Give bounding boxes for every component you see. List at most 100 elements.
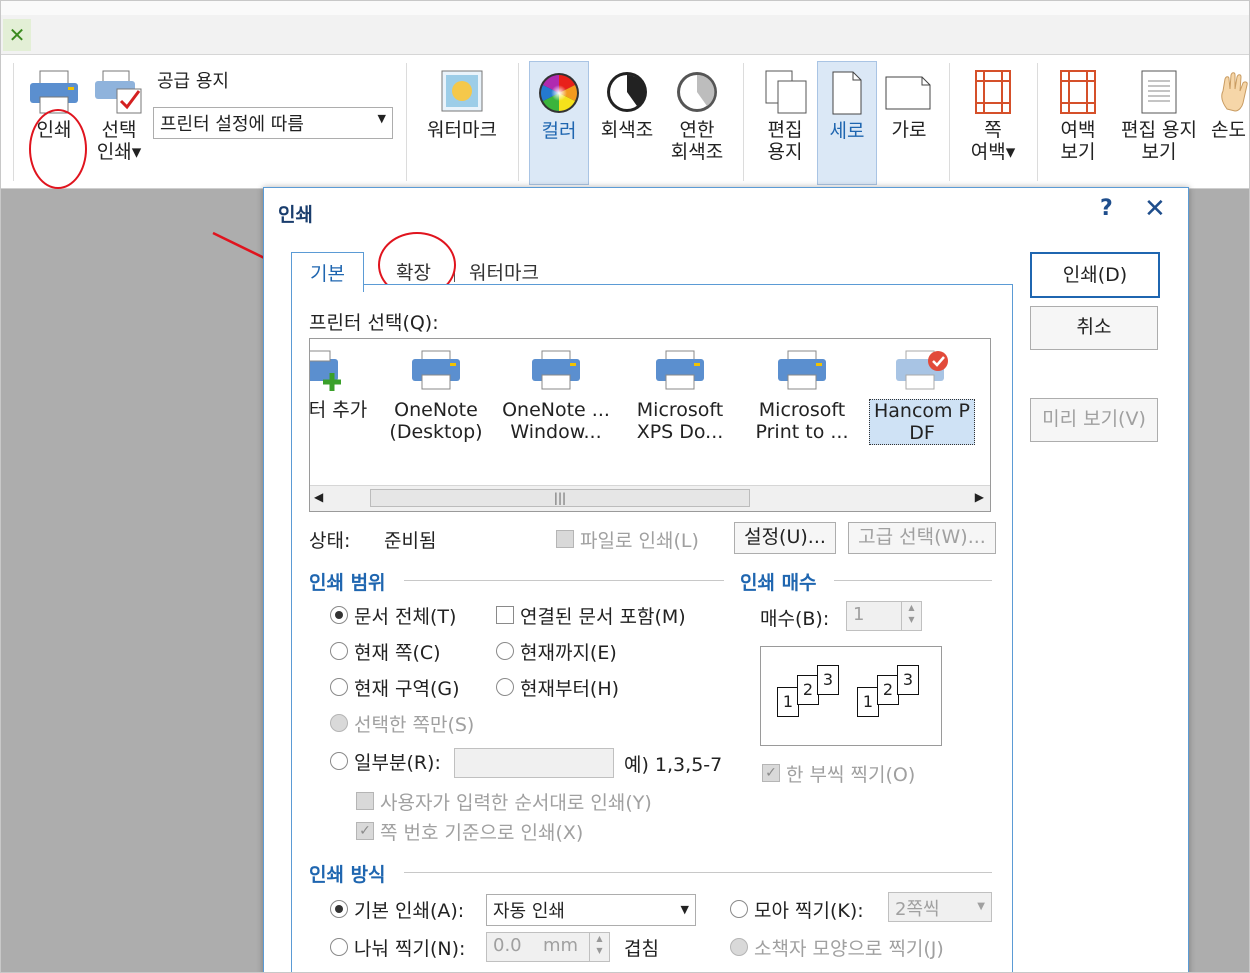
copies-count-input[interactable]: 1 ▲ ▼ [846,601,922,631]
close-preview-icon[interactable]: ✕ [3,19,31,51]
edit-paper-button[interactable]: 편집 용지 [753,69,817,163]
printer-list[interactable]: 터 추가 OneNote (Desktop) OneNote ... Windo… [309,338,991,512]
basic-print-label: 기본 인쇄(A): [354,900,465,922]
collate-page: 3 [897,665,919,695]
light-grayscale-button[interactable]: 연한 회색조 [665,69,729,163]
booklet-radio[interactable] [730,938,748,956]
printer-name: Hancom P DF [868,399,976,445]
copies-title: 인쇄 매수 [740,572,817,594]
basic-print-radio[interactable] [330,900,348,918]
ribbon-separator [406,63,407,181]
split-spinner[interactable]: ▲ ▼ [589,933,609,961]
scroll-thumb[interactable]: ||| [370,489,750,507]
scroll-right-icon[interactable]: ▶ [975,490,984,504]
paper-source-select[interactable]: 프린터 설정에 따름 ▼ [153,107,393,139]
print-to-file-checkbox[interactable] [556,530,574,548]
collect-print-label: 모아 찍기(K): [754,900,864,922]
settings-button[interactable]: 설정(U)... [734,522,836,554]
current-page-radio[interactable] [330,642,348,660]
printer-name: OneNote (Desktop) [389,399,483,443]
from-current-radio[interactable] [496,678,514,696]
copies-spinner[interactable]: ▲ ▼ [901,602,921,630]
collect-print-value: 2쪽씩 [895,899,940,920]
current-page-label: 현재 쪽(C) [354,642,441,664]
collate-page: 3 [817,665,839,695]
split-print-label: 나눠 찍기(N): [354,938,466,960]
page-margin-button[interactable]: 쪽 여백▾ [961,69,1025,163]
grayscale-icon [607,72,647,112]
user-order-label: 사용자가 입력한 순서대로 인쇄(Y) [380,792,652,814]
collate-page: 1 [857,687,879,717]
collate-label: 한 부씩 찍기(O) [786,764,916,786]
up-to-current-radio[interactable] [496,642,514,660]
printer-item[interactable]: OneNote (Desktop) [380,339,492,443]
cancel-button[interactable]: 취소 [1030,306,1158,350]
landscape-label: 가로 [891,119,927,141]
selected-pages-radio[interactable] [330,714,348,732]
color-wheel-icon [539,73,579,113]
collate-page: 2 [797,675,819,705]
scroll-left-icon[interactable]: ◀ [314,490,323,504]
printer-name: Microsoft XPS Do... [636,399,724,443]
partial-label: 일부분(R): [354,752,441,774]
partial-radio[interactable] [330,752,348,770]
edit-paper-label: 편집 용지 [767,119,803,163]
copies-count-label: 매수(B): [760,608,830,630]
hand-tool-button[interactable]: 손도 [1211,69,1249,141]
collate-page: 2 [877,675,899,705]
add-printer-icon [310,350,341,391]
grayscale-button[interactable]: 회색조 [595,69,659,141]
printer-item-selected[interactable]: Hancom P DF [866,339,978,445]
margin-view-icon [1060,70,1096,114]
preview-button[interactable]: 미리 보기(V) [1030,398,1158,442]
portrait-button[interactable]: 세로 [817,61,877,185]
close-icon[interactable]: ✕ [1144,194,1166,224]
basic-print-select[interactable]: 자동 인쇄 ▼ [486,894,696,926]
printer-icon [656,350,704,390]
print-confirm-button[interactable]: 인쇄(D) [1030,252,1160,298]
printer-item-add[interactable]: 터 추가 [309,339,374,421]
collect-print-radio[interactable] [730,900,748,918]
collect-print-select[interactable]: 2쪽씩 ▼ [888,892,992,922]
select-print-button[interactable]: 선택 인쇄▾ [89,69,149,163]
printer-name: 터 추가 [309,399,368,421]
help-icon[interactable]: ? [1100,196,1113,221]
page-number-based-checkbox[interactable]: ✓ [356,822,374,840]
app-window: ✕ 인쇄 선택 인쇄▾ 공급 용지 프린터 설정에 따름 ▼ 워터마크 컬러 회… [0,0,1250,973]
grayscale-label: 회색조 [600,119,654,141]
printer-name: OneNote ... Window... [502,399,610,443]
tab-basic[interactable]: 기본 [291,252,364,292]
collate-checkbox[interactable]: ✓ [762,764,780,782]
portrait-page-icon [832,71,862,115]
user-order-checkbox[interactable] [356,792,374,810]
printer-name: Microsoft Print to ... [755,399,849,443]
current-section-radio[interactable] [330,678,348,696]
printer-item[interactable]: Microsoft XPS Do... [624,339,736,443]
ribbon-separator [743,63,744,181]
margin-view-button[interactable]: 여백 보기 [1047,69,1109,163]
split-print-input[interactable]: 0.0 mm ▲ ▼ [486,932,610,962]
split-print-radio[interactable] [330,938,348,956]
whole-doc-radio[interactable] [330,606,348,624]
printer-list-scrollbar[interactable]: ◀ ||| ▶ [310,485,990,511]
hand-tool-label: 손도 [1211,119,1246,141]
linked-docs-checkbox[interactable] [496,606,514,624]
watermark-button[interactable]: 워터마크 [419,69,505,141]
partial-range-input[interactable] [454,748,614,778]
landscape-button[interactable]: 가로 [881,69,937,141]
select-print-icon [95,70,142,114]
printer-icon [532,350,580,390]
printer-icon [778,350,826,390]
light-grayscale-icon [677,72,717,112]
tab-watermark[interactable]: 워터마크 [469,258,539,285]
select-print-label: 선택 인쇄▾ [96,119,142,163]
overlap-label: 겹침 [624,938,659,960]
advanced-options-button[interactable]: 고급 선택(W)... [848,522,996,554]
edit-paper-view-label: 편집 용지 보기 [1121,119,1197,163]
printer-item[interactable]: OneNote ... Window... [500,339,612,443]
color-button[interactable]: 컬러 [529,61,589,185]
printer-item[interactable]: Microsoft Print to ... [746,339,858,443]
color-label: 컬러 [541,120,577,142]
status-value: 준비됨 [384,530,437,552]
edit-paper-view-button[interactable]: 편집 용지 보기 [1113,69,1205,163]
